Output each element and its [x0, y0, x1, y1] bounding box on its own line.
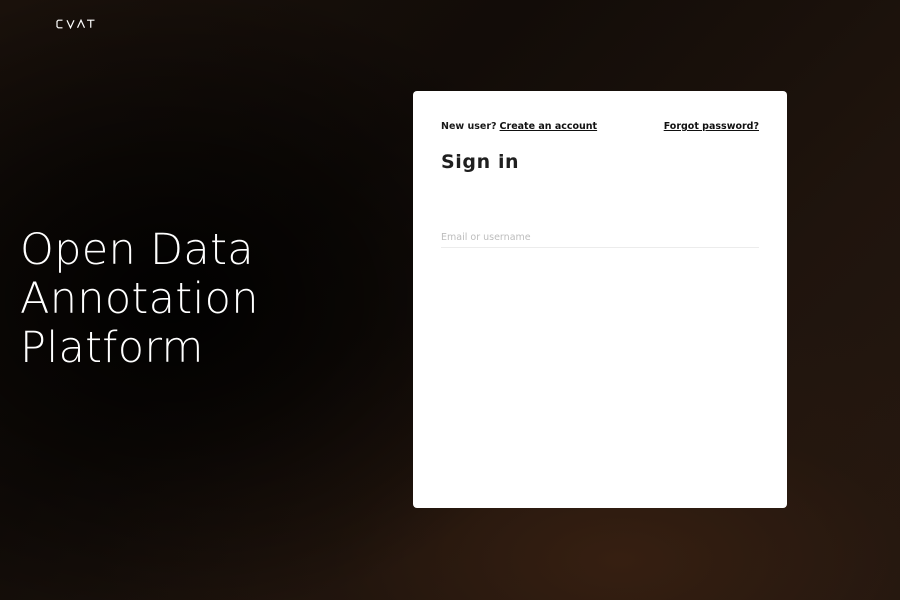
signin-card: New user? Create an account Forgot passwo…: [413, 91, 787, 508]
new-user-prompt: New user?: [441, 121, 497, 132]
hero-line: Annotation: [20, 274, 259, 324]
cvat-logo: [56, 18, 96, 30]
signin-top-row: New user? Create an account Forgot passwo…: [441, 121, 759, 132]
forgot-password-link[interactable]: Forgot password?: [664, 121, 759, 132]
signin-title: Sign in: [441, 151, 520, 173]
cvat-logo-icon: [56, 19, 95, 29]
hero-line: Open Data: [20, 225, 254, 275]
hero-heading: Open Data Annotation Platform: [20, 226, 259, 373]
hero-line: Platform: [20, 323, 204, 373]
email-or-username-input[interactable]: [441, 227, 759, 248]
email-field-wrapper: [441, 225, 759, 248]
create-account-link[interactable]: Create an account: [500, 121, 598, 132]
new-user-row: New user? Create an account: [441, 121, 597, 132]
